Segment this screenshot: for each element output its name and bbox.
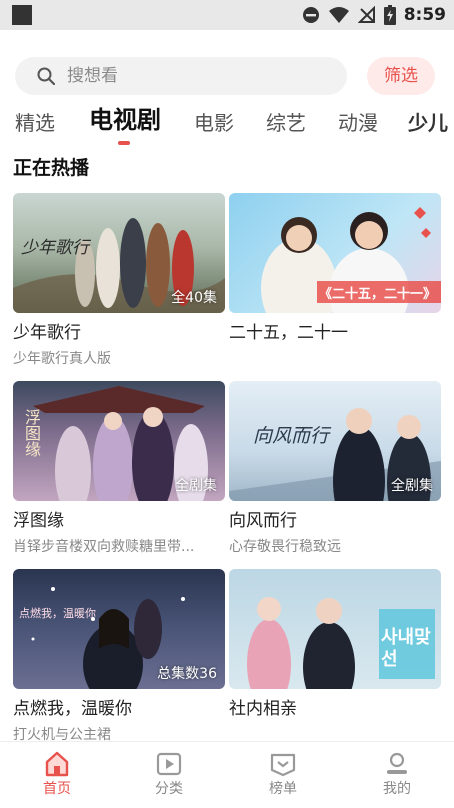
show-title: 浮图缘: [13, 511, 64, 531]
episode-badge: 总集数36: [157, 666, 217, 682]
episode-badge: 全剧集: [391, 478, 433, 494]
poster-image: 사내맞선: [229, 569, 441, 689]
do-not-disturb-icon: [302, 7, 319, 23]
poster-text: 《二十五，二十一》: [319, 287, 437, 302]
no-signal-icon: [357, 6, 375, 23]
nav-ranking[interactable]: 榜单: [243, 750, 323, 798]
show-subtitle: 少年歌行真人版: [13, 351, 111, 367]
episode-badge: 全40集: [171, 290, 217, 306]
category-tabs: 精选 电视剧 电影 综艺 动漫 少儿: [0, 100, 454, 146]
poster-text: 浮图缘: [22, 409, 41, 457]
poster-image: 浮图缘 全剧集: [13, 381, 225, 501]
nav-label: 分类: [155, 781, 183, 797]
status-bar: 8:59: [0, 0, 454, 30]
poster-text: 사내맞선: [381, 627, 431, 670]
poster-text: 点燃我，温暖你: [19, 607, 96, 620]
section-title: 正在热播: [13, 157, 90, 179]
nav-home[interactable]: 首页: [17, 750, 97, 798]
clock: 8:59: [403, 5, 446, 25]
filter-button[interactable]: 筛选: [367, 57, 435, 95]
profile-icon: [387, 752, 407, 774]
show-title: 二十五，二十一: [229, 323, 348, 343]
poster-text: 向风而行: [253, 425, 330, 447]
search-placeholder: 搜想看: [67, 66, 118, 86]
nav-label: 首页: [43, 781, 71, 797]
tab-featured[interactable]: 精选: [15, 108, 55, 138]
poster-image: 《二十五，二十一》: [229, 193, 441, 313]
show-card[interactable]: 向风而行 全剧集 向风而行 心存敬畏行稳致远: [229, 381, 441, 557]
poster-image: 点燃我，温暖你 总集数36: [13, 569, 225, 689]
show-card[interactable]: 사내맞선 社内相亲: [229, 569, 441, 725]
nav-label: 我的: [383, 781, 411, 797]
show-card[interactable]: 点燃我，温暖你 总集数36 点燃我，温暖你 打火机与公主裙: [13, 569, 225, 745]
nav-label: 榜单: [269, 781, 297, 797]
nav-category[interactable]: 分类: [129, 750, 209, 798]
show-title: 少年歌行: [13, 323, 81, 343]
poster-image: 少年歌行 全40集: [13, 193, 225, 313]
search-icon: [37, 67, 55, 85]
ranking-icon: [270, 753, 296, 777]
battery-icon: [383, 5, 396, 25]
tab-variety[interactable]: 综艺: [266, 108, 306, 138]
show-card[interactable]: 少年歌行 全40集 少年歌行 少年歌行真人版: [13, 193, 225, 369]
tab-movies[interactable]: 电影: [194, 108, 234, 138]
search-input[interactable]: 搜想看: [15, 57, 347, 95]
home-icon: [45, 751, 69, 777]
poster-image: 向风而行 全剧集: [229, 381, 441, 501]
tab-kids[interactable]: 少儿: [408, 108, 448, 138]
poster-text: 少年歌行: [21, 238, 89, 258]
episode-badge: 全剧集: [175, 478, 217, 494]
show-card[interactable]: 《二十五，二十一》 二十五，二十一: [229, 193, 441, 349]
show-title: 向风而行: [229, 511, 297, 531]
status-icons: 8:59: [302, 0, 446, 30]
bottom-navigation: 首页 分类 榜单 我的: [0, 741, 454, 808]
active-tab-indicator: [118, 141, 130, 145]
tab-anime[interactable]: 动漫: [338, 108, 378, 138]
notification-icon: [12, 5, 32, 25]
show-title: 点燃我，温暖你: [13, 699, 132, 719]
tab-tv-series[interactable]: 电视剧: [89, 105, 161, 135]
show-title: 社内相亲: [229, 699, 297, 719]
show-subtitle: 肖铎步音楼双向救赎糖里带...: [13, 539, 195, 555]
category-icon: [156, 752, 182, 776]
show-card[interactable]: 浮图缘 全剧集 浮图缘 肖铎步音楼双向救赎糖里带...: [13, 381, 225, 557]
nav-profile[interactable]: 我的: [357, 750, 437, 798]
wifi-icon: [328, 7, 349, 23]
show-subtitle: 心存敬畏行稳致远: [229, 539, 341, 555]
